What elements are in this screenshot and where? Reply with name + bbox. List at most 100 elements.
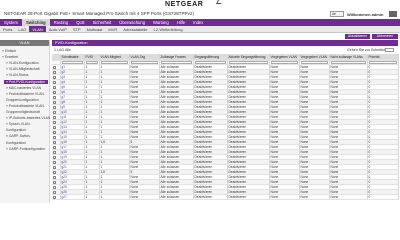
- tab-system[interactable]: System: [0, 19, 22, 26]
- filter-input[interactable]: [300, 60, 328, 64]
- sidebar-item[interactable]: Konfiguration: [6, 128, 26, 132]
- tab-qos[interactable]: QoS: [72, 19, 88, 26]
- row-checkbox[interactable]: [53, 70, 56, 74]
- interface-cell: g27: [60, 194, 85, 201]
- filter-input[interactable]: [85, 60, 98, 64]
- table-cell: None: [299, 194, 330, 201]
- filter-input[interactable]: [368, 60, 397, 64]
- subtab-lag[interactable]: LAG: [15, 26, 29, 32]
- row-checkbox[interactable]: [53, 180, 56, 184]
- app-window: NETGEAR NETGEAR 28-Port Gigabit PoE+ Sma…: [0, 0, 400, 203]
- row-checkbox[interactable]: [53, 75, 56, 79]
- table-cell: None: [329, 194, 368, 201]
- row-checkbox[interactable]: [53, 185, 56, 189]
- row-checkbox[interactable]: [53, 80, 56, 84]
- row-checkbox[interactable]: [53, 155, 56, 159]
- tab-routing[interactable]: Routing: [50, 19, 72, 26]
- subtab-multicast[interactable]: Multicast: [84, 26, 106, 32]
- row-checkbox[interactable]: [53, 145, 56, 149]
- table-cell: Alle zulassen: [159, 194, 194, 201]
- subtab-l2-weiterleitung[interactable]: L2-Weiterleitung: [151, 26, 186, 32]
- subtab-stp[interactable]: STP: [70, 26, 84, 32]
- row-checkbox[interactable]: [53, 160, 56, 164]
- table-cell: Deaktivieren: [193, 194, 228, 201]
- table-info-row: 1 LAG Alle Gehen Sie zur Schnittstelle: [52, 47, 398, 53]
- row-checkbox[interactable]: [53, 85, 56, 89]
- sidebar-item[interactable]: » Erweitert: [2, 55, 18, 59]
- logo-bar: NETGEAR: [0, 0, 400, 10]
- sidebar-item[interactable]: » IP-Subnetz-basiertes VLAN: [6, 116, 50, 120]
- table-cell: None: [129, 194, 160, 201]
- row-checkbox[interactable]: [53, 195, 56, 199]
- update-button[interactable]: Aktualisieren: [345, 34, 370, 39]
- welcome-text: Willkommen admin: [347, 12, 384, 17]
- row-checkbox[interactable]: [53, 110, 56, 114]
- table-cell: None: [269, 194, 300, 201]
- tab-hilfe[interactable]: Hilfe: [173, 19, 189, 26]
- sidebar-item[interactable]: » GARP-Switch-: [6, 134, 31, 138]
- main-navigation: System Switching Routing QoS Sicherheit Überw…: [0, 19, 400, 26]
- tab-index[interactable]: Index: [189, 19, 207, 26]
- logout-icon[interactable]: [389, 11, 397, 17]
- row-checkbox[interactable]: [53, 165, 56, 169]
- table-row[interactable]: g27 1 1 None Alle zulassen Deaktivieren Deakti…: [52, 194, 399, 201]
- tab-switching[interactable]: Switching: [21, 19, 50, 26]
- sidebar-item[interactable]: » Sprach-VLAN-: [6, 122, 31, 126]
- sidebar-item[interactable]: » Protokollbasierte VLAN-: [6, 92, 45, 96]
- row-checkbox[interactable]: [53, 130, 56, 134]
- filter-input[interactable]: [160, 60, 192, 64]
- sidebar: VLAN » Einfach » Erweitert » VLAN-Konfigur…: [0, 40, 50, 203]
- sidebar-item[interactable]: Gruppenkonfiguration: [6, 98, 39, 102]
- language-select[interactable]: de: [330, 11, 344, 17]
- row-checkbox[interactable]: [53, 115, 56, 119]
- row-checkbox[interactable]: [53, 170, 56, 174]
- row-checkbox[interactable]: [53, 100, 56, 104]
- sidebar-item[interactable]: » Einfach: [2, 49, 16, 53]
- sidebar-item[interactable]: Konfiguration: [6, 141, 26, 145]
- pvid-table: Schnittstelle PVID VLAN-Mitglied VLAN-Tag Zu…: [52, 54, 399, 201]
- filter-input[interactable]: [228, 60, 268, 64]
- sidebar-item[interactable]: Gruppenmitgliedschaft: [6, 110, 40, 114]
- sidebar-item[interactable]: » Port-PVID-Konfiguration: [4, 79, 48, 84]
- sidebar-item[interactable]: » VLAN-Mitgliedschaft: [6, 67, 40, 71]
- tab-sicherheit[interactable]: Sicherheit: [89, 19, 116, 26]
- product-title: NETGEAR 28-Port Gigabit PoE+ Smart Manag…: [4, 11, 194, 16]
- sidebar-item[interactable]: » Protokollbasierte VLAN-: [6, 104, 45, 108]
- row-checkbox[interactable]: [53, 120, 56, 124]
- filter-input[interactable]: [270, 60, 298, 64]
- cancel-button[interactable]: Abbrechen: [372, 34, 398, 39]
- row-checkbox[interactable]: [53, 140, 56, 144]
- row-checkbox[interactable]: [53, 190, 56, 194]
- row-checkbox[interactable]: [53, 105, 56, 109]
- sidebar-item[interactable]: » VLAN-Konfiguration: [6, 61, 39, 65]
- goto-interface-input[interactable]: [385, 48, 394, 52]
- row-checkbox[interactable]: [53, 65, 56, 69]
- table-cell: 1: [99, 194, 130, 201]
- subtab-vlan[interactable]: VLAN: [29, 26, 46, 32]
- row-checkbox[interactable]: [53, 125, 56, 129]
- sidebar-item[interactable]: » GARP-Portkonfiguration: [6, 147, 45, 151]
- subtab-auto-voip[interactable]: Auto-VoIP: [46, 26, 70, 32]
- row-checkbox[interactable]: [53, 135, 56, 139]
- tab-wartung[interactable]: Wartung: [149, 19, 173, 26]
- netgear-logo[interactable]: NETGEAR: [165, 1, 203, 8]
- product-bar: NETGEAR 28-Port Gigabit PoE+ Smart Manag…: [0, 10, 400, 19]
- filter-input[interactable]: [194, 60, 226, 64]
- subtab-ports[interactable]: Ports: [0, 26, 15, 32]
- sub-navigation: Ports LAG VLAN Auto-VoIP STP Multicast MVR Adre…: [0, 26, 400, 33]
- row-checkbox[interactable]: [53, 95, 56, 99]
- filter-input[interactable]: [130, 60, 158, 64]
- subtab-mvr[interactable]: MVR: [105, 26, 120, 32]
- goto-interface-label: Gehen Sie zur Schnittstelle: [347, 48, 391, 52]
- sidebar-item[interactable]: » MAC-basiertes VLAN: [6, 86, 41, 90]
- row-checkbox[interactable]: [53, 175, 56, 179]
- row-checkbox[interactable]: [53, 90, 56, 94]
- tab--berwachung[interactable]: Überwachung: [115, 19, 149, 26]
- filter-input[interactable]: [330, 60, 366, 64]
- subtab-adresstabelle[interactable]: Adresstabelle: [120, 26, 150, 32]
- row-checkbox[interactable]: [53, 150, 56, 154]
- row-select-cell: [52, 194, 61, 201]
- filter-input[interactable]: [61, 60, 83, 64]
- sidebar-item[interactable]: » VLAN-Status: [6, 73, 28, 77]
- filter-input[interactable]: [100, 60, 128, 64]
